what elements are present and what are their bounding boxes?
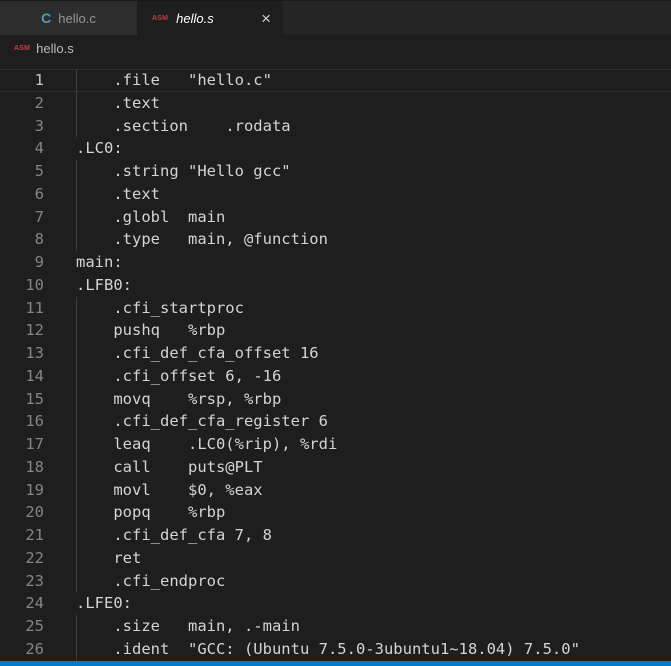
code-line[interactable]: 10 .LFB0: [0, 274, 671, 297]
code-line[interactable]: 14 .cfi_offset 6, -16 [0, 364, 671, 388]
code-line[interactable]: 26 .ident "GCC: (Ubuntu 7.5.0-3ubuntu1~1… [0, 637, 671, 661]
code-line[interactable]: 7 .globl main [0, 205, 671, 229]
code-line[interactable]: 6 .text [0, 182, 671, 206]
code-line[interactable]: 17 leaq .LC0(%rip), %rdi [0, 433, 671, 456]
line-number[interactable]: 22 [0, 547, 44, 570]
line-number[interactable]: 5 [0, 160, 44, 183]
code-text: .cfi_endproc [76, 571, 226, 590]
line-number[interactable]: 6 [0, 183, 44, 206]
line-number[interactable]: 21 [0, 524, 44, 547]
line-number[interactable]: 12 [0, 319, 44, 342]
line-number[interactable]: 13 [0, 342, 44, 365]
code-text: main: [76, 253, 123, 271]
code-area[interactable]: 1 .file "hello.c" 2 .text 3 .section .roda… [0, 62, 671, 661]
code-line[interactable]: 4 .LC0: [0, 137, 671, 160]
code-text: .text [76, 93, 160, 112]
code-text: ret [76, 548, 142, 567]
code-text: .ident "GCC: (Ubuntu 7.5.0-3ubuntu1~18.0… [76, 639, 580, 658]
line-number[interactable]: 16 [0, 410, 44, 433]
code-text: .size main, .-main [76, 617, 300, 635]
code-text: .text [76, 184, 160, 203]
code-text: .cfi_def_cfa 7, 8 [76, 526, 272, 544]
code-text: pushq %rbp [76, 321, 226, 340]
asm-file-icon: ASM [14, 45, 31, 52]
code-text: .string "Hello gcc" [76, 162, 291, 180]
status-bar [0, 661, 671, 666]
asm-file-icon: ASM [152, 14, 169, 22]
code-line[interactable]: 5 .string "Hello gcc" [0, 160, 671, 183]
code-text: .globl main [76, 207, 226, 226]
code-text: leaq .LC0(%rip), %rdi [76, 435, 338, 453]
code-line[interactable]: 12 pushq %rbp [0, 319, 671, 342]
code-line[interactable]: 18 call puts@PLT [0, 455, 671, 479]
line-number[interactable]: 26 [0, 638, 44, 661]
code-line[interactable]: 11 .cfi_startproc [0, 296, 671, 320]
code-line[interactable]: 3 .section .rodata [0, 114, 671, 138]
code-line[interactable]: 24 .LFE0: [0, 592, 671, 615]
line-number[interactable]: 18 [0, 456, 44, 479]
code-text: popq %rbp [76, 503, 226, 522]
code-line[interactable]: 15 movq %rsp, %rbp [0, 387, 671, 411]
code-line[interactable]: 8 .type main, @function [0, 228, 671, 251]
breadcrumbs: ASM hello.s [0, 35, 671, 62]
line-number[interactable]: 4 [0, 137, 44, 160]
line-number[interactable]: 24 [0, 592, 44, 615]
tab-label: hello.s [176, 10, 214, 26]
tab-hello-s[interactable]: ASM hello.s × [137, 1, 283, 35]
line-number[interactable]: 14 [0, 365, 44, 388]
line-number[interactable]: 15 [0, 388, 44, 411]
code-text: call puts@PLT [76, 457, 263, 476]
code-text: .cfi_startproc [76, 298, 244, 317]
code-text: .cfi_def_cfa_offset 16 [76, 344, 319, 362]
code-text: .type main, @function [76, 230, 328, 249]
line-number[interactable]: 1 [0, 69, 44, 92]
code-line[interactable]: 13 .cfi_def_cfa_offset 16 [0, 342, 671, 365]
line-number[interactable]: 10 [0, 274, 44, 297]
c-file-icon: C [41, 10, 52, 26]
line-number[interactable]: 23 [0, 570, 44, 593]
code-text: .cfi_offset 6, -16 [76, 366, 282, 385]
code-line[interactable]: 23 .cfi_endproc [0, 569, 671, 593]
tab-hello-c[interactable]: C hello.c [0, 1, 137, 35]
line-number[interactable]: 3 [0, 115, 44, 138]
line-number[interactable]: 20 [0, 501, 44, 524]
line-number[interactable]: 9 [0, 251, 44, 274]
code-line[interactable]: 22 ret [0, 546, 671, 570]
code-line[interactable]: 25 .size main, .-main [0, 615, 671, 638]
code-line[interactable]: 1 .file "hello.c" [0, 69, 671, 92]
code-text: .file "hello.c" [76, 71, 272, 89]
code-text: .cfi_def_cfa_register 6 [76, 412, 328, 431]
line-number[interactable]: 7 [0, 206, 44, 229]
line-number[interactable]: 11 [0, 297, 44, 320]
code-text: movq %rsp, %rbp [76, 389, 282, 408]
line-number[interactable]: 2 [0, 92, 44, 115]
code-line[interactable]: 21 .cfi_def_cfa 7, 8 [0, 524, 671, 547]
code-text: .LFB0: [76, 275, 132, 294]
breadcrumb-item-file[interactable]: hello.s [36, 41, 74, 56]
code-text: .section .rodata [76, 116, 291, 135]
tab-bar: C hello.c ASM hello.s × [0, 0, 671, 35]
code-text: .LC0: [76, 139, 123, 158]
tab-label: hello.c [58, 10, 96, 26]
line-number[interactable]: 8 [0, 228, 44, 251]
line-number[interactable]: 25 [0, 615, 44, 638]
code-line[interactable]: 20 popq %rbp [0, 501, 671, 524]
code-line[interactable]: 9 main: [0, 251, 671, 274]
code-line[interactable]: 19 movl $0, %eax [0, 478, 671, 502]
close-icon[interactable]: × [259, 10, 273, 27]
line-number[interactable]: 17 [0, 433, 44, 456]
code-line[interactable]: 2 .text [0, 91, 671, 115]
line-number[interactable]: 19 [0, 479, 44, 502]
code-text: movl $0, %eax [76, 480, 263, 499]
code-line[interactable]: 16 .cfi_def_cfa_register 6 [0, 410, 671, 433]
code-text: .LFE0: [76, 594, 132, 613]
